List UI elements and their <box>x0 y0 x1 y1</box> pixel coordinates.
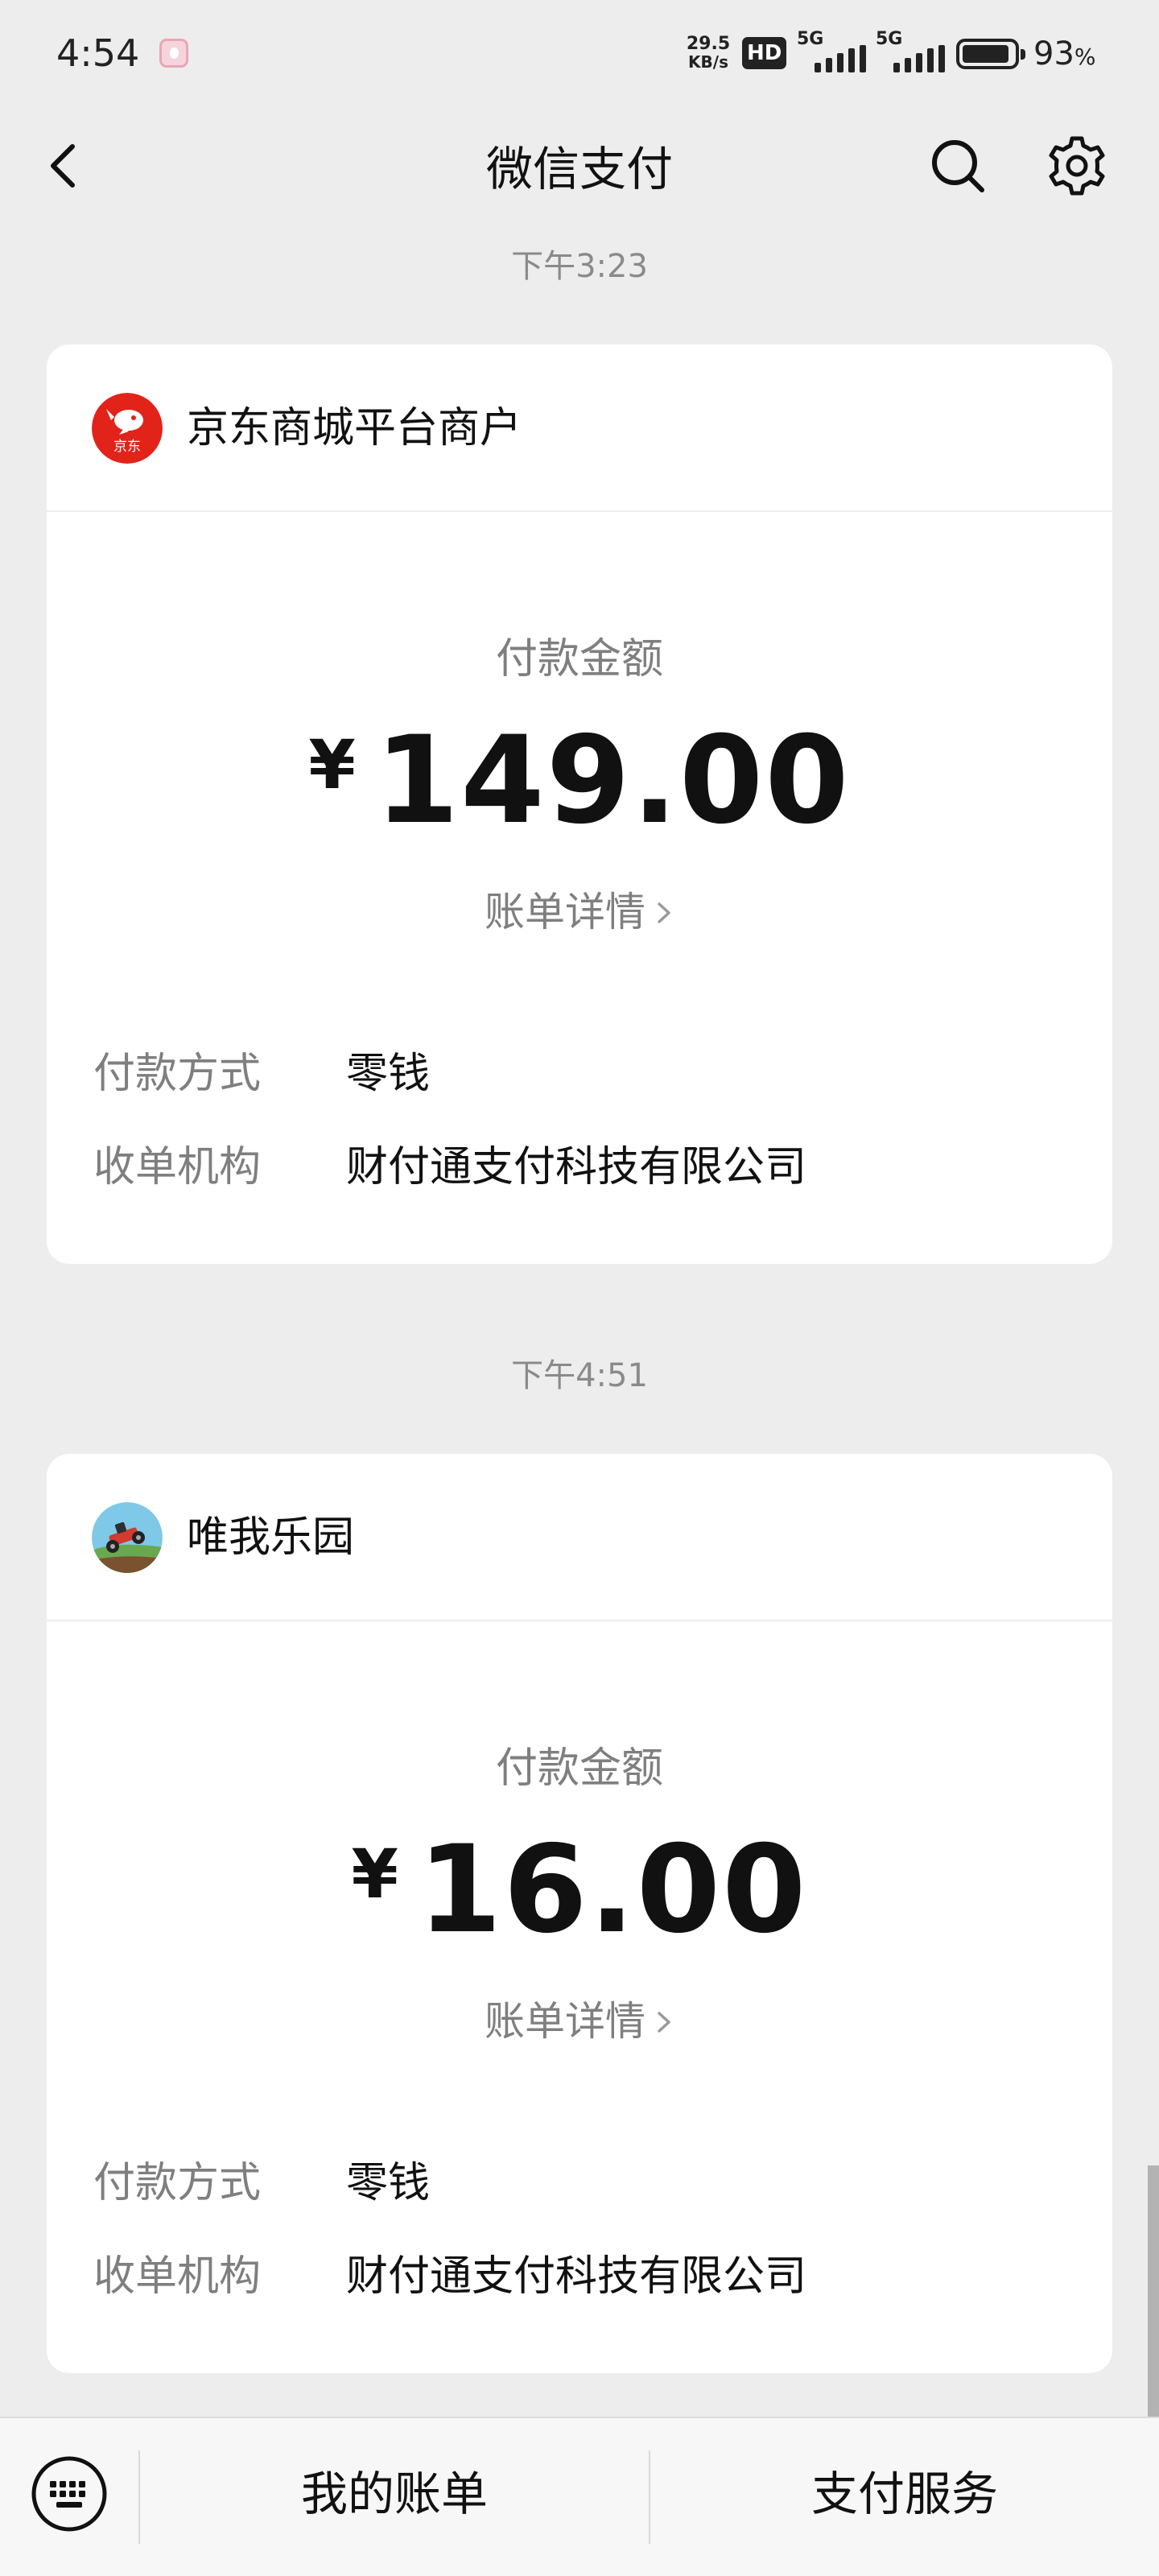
amount-label: 付款金额 <box>495 1744 663 1793</box>
bill-detail-label: 账单详情 <box>485 889 645 935</box>
payment-amount: 16.00 <box>417 1820 808 1960</box>
amount-row: ¥16.00 <box>47 1826 1112 1955</box>
bill-detail-label: 账单详情 <box>485 1998 645 2045</box>
detail-label: 收单机构 <box>93 2252 262 2301</box>
message-timestamp: 下午4:51 <box>511 1357 648 1394</box>
back-chevron-icon[interactable] <box>32 134 97 198</box>
jd-logo-text: 京东 <box>113 439 141 455</box>
card-header: 唯我乐园 <box>47 1454 1112 1621</box>
battery-percentage: 93% <box>1033 35 1096 72</box>
detail-row-acquirer: 收单机构 财付通支付科技有限公司 <box>47 2244 1112 2309</box>
battery-icon <box>956 39 1025 69</box>
detail-label: 付款方式 <box>93 2159 262 2207</box>
detail-row-payment-method: 付款方式 零钱 <box>47 1042 1112 1106</box>
chevron-right-icon <box>658 2011 670 2033</box>
amount-label: 付款金额 <box>495 635 663 683</box>
my-bills-button[interactable]: 我的账单 <box>140 2454 649 2534</box>
bill-detail-link[interactable]: 账单详情 <box>47 884 1112 940</box>
detail-row-payment-method: 付款方式 零钱 <box>47 2151 1112 2215</box>
nav-bar: 微信支付 <box>0 105 1159 233</box>
detail-label: 收单机构 <box>93 1143 262 1191</box>
detail-row-acquirer: 收单机构 财付通支付科技有限公司 <box>47 1135 1112 1199</box>
search-icon[interactable] <box>926 134 990 198</box>
payment-amount: 149.00 <box>374 711 851 851</box>
notification-app-icon <box>159 39 188 68</box>
network-speed: 29.5 KB/s <box>683 34 734 72</box>
scrollbar[interactable] <box>1148 2165 1159 2417</box>
page-title: 微信支付 <box>485 142 673 196</box>
detail-value: 零钱 <box>346 2159 431 2207</box>
detail-value: 零钱 <box>346 1050 431 1098</box>
merchant-name: 唯我乐园 <box>187 1513 355 1562</box>
message-timestamp: 下午3:23 <box>511 248 648 285</box>
detail-value: 财付通支付科技有限公司 <box>346 2252 807 2301</box>
currency-symbol: ¥ <box>308 725 356 804</box>
currency-symbol: ¥ <box>351 1835 398 1913</box>
keyboard-icon[interactable] <box>29 2454 109 2534</box>
amount-row: ¥149.00 <box>47 716 1112 845</box>
network-speed-value: 29.5 <box>686 34 731 54</box>
jd-logo-icon: 京东 <box>92 393 163 464</box>
signal-strength-icon: 5G <box>797 31 872 74</box>
status-bar: 4:54 29.5 KB/s HD 5G 5G 93% <box>0 0 1159 105</box>
network-speed-unit: KB/s <box>688 52 728 72</box>
detail-value: 财付通支付科技有限公司 <box>346 1143 807 1191</box>
card-header: 京东 京东商城平台商户 <box>47 345 1112 512</box>
hd-voice-icon: HD <box>742 37 787 69</box>
payment-services-button[interactable]: 支付服务 <box>650 2454 1159 2534</box>
status-time: 4:54 <box>56 31 140 75</box>
signal-strength-icon-2: 5G <box>876 31 951 74</box>
gear-icon[interactable] <box>1045 134 1109 198</box>
chevron-right-icon <box>658 902 670 923</box>
payment-card[interactable]: 京东 京东商城平台商户 付款金额 ¥149.00 账单详情 付款方式 零钱 收单… <box>47 345 1112 1264</box>
bottom-menu-bar: 我的账单 支付服务 <box>0 2417 1159 2576</box>
merchant-name: 京东商城平台商户 <box>187 404 522 452</box>
detail-label: 付款方式 <box>93 1050 262 1098</box>
game-car-logo-icon <box>92 1502 163 1573</box>
payment-card[interactable]: 唯我乐园 付款金额 ¥16.00 账单详情 付款方式 零钱 收单机构 财付通支付… <box>47 1454 1112 2373</box>
bill-detail-link[interactable]: 账单详情 <box>47 1993 1112 2050</box>
